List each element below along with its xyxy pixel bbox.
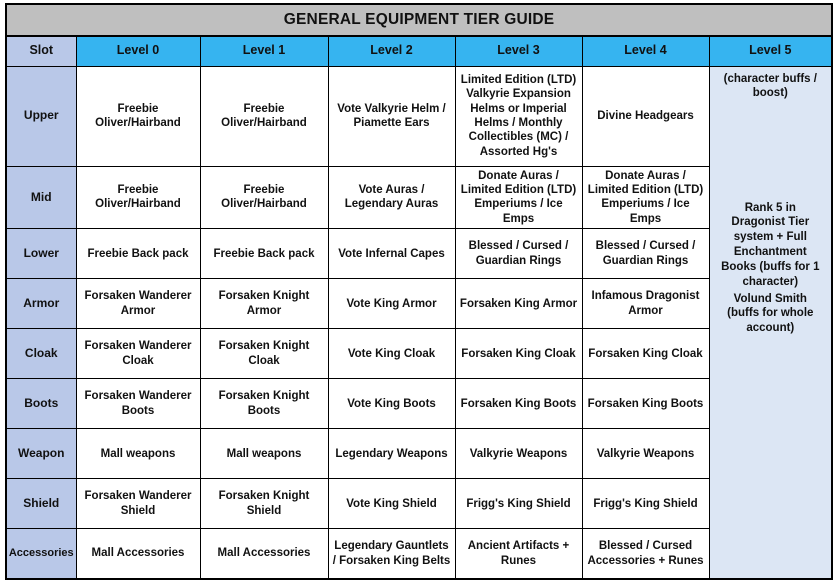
cell-armor-level1: Forsaken Knight Armor	[199, 278, 329, 330]
level5-note-stack: (character buffs / boost) Rank 5 in Drag…	[713, 69, 829, 576]
cell-upper-level0: Freebie Oliver/Hairband	[75, 65, 201, 167]
cell-upper-level4: Divine Headgears	[581, 65, 710, 167]
cell-shield-level3: Frigg's King Shield	[454, 478, 583, 530]
level5-middle-note: Rank 5 in Dragonist Tier system + Full E…	[721, 201, 820, 289]
cell-weapon-level0: Mall weapons	[75, 428, 201, 480]
cell-weapon-level2: Legendary Weapons	[327, 428, 456, 480]
cell-cloak-level4: Forsaken King Cloak	[581, 328, 710, 380]
slot-label-upper: Upper	[5, 65, 77, 167]
cell-boots-level4: Forsaken King Boots	[581, 378, 710, 430]
table-row: Upper Freebie Oliver/Hairband Freebie Ol…	[5, 65, 833, 580]
column-header-row: Slot Level 0 Level 1 Level 2 Level 3 Lev…	[5, 35, 833, 67]
cell-upper-level2: Vote Valkyrie Helm / Piamette Ears	[327, 65, 456, 167]
equipment-tier-table: GENERAL EQUIPMENT TIER GUIDE Slot Level …	[5, 3, 834, 580]
slot-label-boots: Boots	[5, 378, 77, 430]
table-title-row: GENERAL EQUIPMENT TIER GUIDE	[5, 3, 833, 37]
cell-cloak-level2: Vote King Cloak	[327, 328, 456, 380]
cell-mid-level3: Donate Auras / Limited Edition (LTD) Emp…	[454, 165, 583, 230]
cell-weapon-level1: Mall weapons	[199, 428, 329, 480]
column-header-level-3: Level 3	[454, 35, 583, 67]
page-title: GENERAL EQUIPMENT TIER GUIDE	[5, 3, 833, 37]
cell-shield-level1: Forsaken Knight Shield	[199, 478, 329, 530]
cell-armor-level2: Vote King Armor	[327, 278, 456, 330]
spreadsheet-canvas: GENERAL EQUIPMENT TIER GUIDE Slot Level …	[0, 0, 835, 580]
slot-label-accessories: Accessories	[5, 528, 77, 580]
cell-shield-level2: Vote King Shield	[327, 478, 456, 530]
cell-shield-level0: Forsaken Wanderer Shield	[75, 478, 201, 530]
column-header-level-4: Level 4	[581, 35, 710, 67]
cell-accessories-level2: Legendary Gauntlets / Forsaken King Belt…	[327, 528, 456, 580]
slot-label-armor: Armor	[5, 278, 77, 330]
cell-upper-level1: Freebie Oliver/Hairband	[199, 65, 329, 167]
cell-mid-level2: Vote Auras / Legendary Auras	[327, 165, 456, 230]
cell-level5-merged: (character buffs / boost) Rank 5 in Drag…	[708, 65, 833, 580]
level5-bottom-note: Volund Smith (buffs for whole account)	[727, 292, 814, 335]
cell-boots-level0: Forsaken Wanderer Boots	[75, 378, 201, 430]
cell-boots-level2: Vote King Boots	[327, 378, 456, 430]
column-header-level-5: Level 5	[708, 35, 833, 67]
column-header-level-1: Level 1	[199, 35, 329, 67]
cell-accessories-level3: Ancient Artifacts + Runes	[454, 528, 583, 580]
slot-label-cloak: Cloak	[5, 328, 77, 380]
cell-boots-level1: Forsaken Knight Boots	[199, 378, 329, 430]
cell-lower-level2: Vote Infernal Capes	[327, 228, 456, 280]
slot-label-shield: Shield	[5, 478, 77, 530]
cell-lower-level0: Freebie Back pack	[75, 228, 201, 280]
cell-boots-level3: Forsaken King Boots	[454, 378, 583, 430]
cell-shield-level4: Frigg's King Shield	[581, 478, 710, 530]
cell-weapon-level4: Valkyrie Weapons	[581, 428, 710, 480]
cell-cloak-level1: Forsaken Knight Cloak	[199, 328, 329, 380]
cell-accessories-level0: Mall Accessories	[75, 528, 201, 580]
cell-armor-level4: Infamous Dragonist Armor	[581, 278, 710, 330]
cell-accessories-level1: Mall Accessories	[199, 528, 329, 580]
slot-label-lower: Lower	[5, 228, 77, 280]
cell-cloak-level3: Forsaken King Cloak	[454, 328, 583, 380]
column-header-level-0: Level 0	[75, 35, 201, 67]
column-header-slot: Slot	[5, 35, 77, 67]
cell-armor-level0: Forsaken Wanderer Armor	[75, 278, 201, 330]
cell-mid-level4: Donate Auras / Limited Edition (LTD) Emp…	[581, 165, 710, 230]
cell-weapon-level3: Valkyrie Weapons	[454, 428, 583, 480]
cell-mid-level0: Freebie Oliver/Hairband	[75, 165, 201, 230]
cell-armor-level3: Forsaken King Armor	[454, 278, 583, 330]
cell-lower-level4: Blessed / Cursed / Guardian Rings	[581, 228, 710, 280]
cell-lower-level3: Blessed / Cursed / Guardian Rings	[454, 228, 583, 280]
cell-mid-level1: Freebie Oliver/Hairband	[199, 165, 329, 230]
cell-upper-level3: Limited Edition (LTD) Valkyrie Expansion…	[454, 65, 583, 167]
slot-label-weapon: Weapon	[5, 428, 77, 480]
level5-top-note: (character buffs / boost)	[723, 72, 817, 100]
cell-lower-level1: Freebie Back pack	[199, 228, 329, 280]
cell-cloak-level0: Forsaken Wanderer Cloak	[75, 328, 201, 380]
cell-accessories-level4: Blessed / Cursed Accessories + Runes	[581, 528, 710, 580]
slot-label-mid: Mid	[5, 165, 77, 230]
column-header-level-2: Level 2	[327, 35, 456, 67]
